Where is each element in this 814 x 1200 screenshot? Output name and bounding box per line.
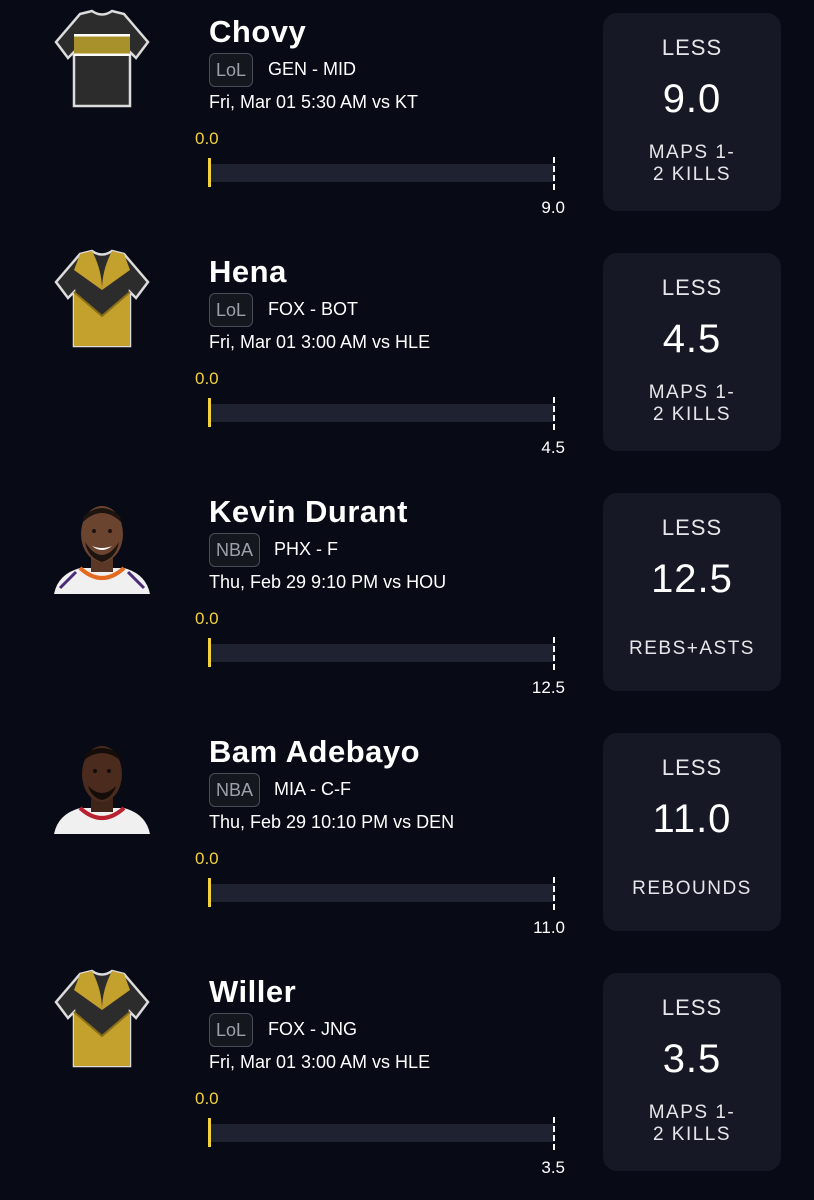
game-time: Fri, Mar 01 5:30 AM vs KT [209, 92, 419, 112]
progress-marker [208, 398, 211, 427]
target-value: 11.0 [533, 918, 565, 937]
league-badge: NBA [209, 773, 261, 807]
progress-track [209, 884, 554, 902]
target-value: 3.5 [541, 1158, 565, 1177]
progress-marker [208, 158, 211, 187]
player-name: Willer [209, 974, 297, 1009]
player-name: Kevin Durant [209, 494, 408, 529]
team-position: FOX - BOT [268, 299, 358, 319]
pick-row-hena[interactable]: Hena LoL FOX - BOT Fri, Mar 01 3:00 AM v… [0, 240, 814, 480]
league-badge: LoL [209, 1013, 254, 1047]
pick-row-bam-adebayo[interactable]: Bam Adebayo NBA MIA - C-F Thu, Feb 29 10… [0, 720, 814, 960]
player-headshot-icon [50, 502, 154, 618]
game-time: Fri, Mar 01 3:00 AM vs HLE [209, 332, 431, 352]
target-line [553, 877, 555, 910]
line-value: 3.5 [662, 1037, 722, 1081]
target-line [553, 157, 555, 190]
stat-label: MAPS 1-2 KILLS [648, 382, 736, 425]
line-value: 4.5 [662, 317, 722, 361]
direction-label: LESS [661, 515, 723, 540]
jersey-icon [50, 960, 154, 1076]
player-headshot-icon [50, 742, 154, 858]
line-value: 12.5 [651, 557, 733, 601]
jersey-icon [50, 0, 154, 116]
target-value: 12.5 [531, 678, 565, 697]
direction-label: LESS [661, 995, 723, 1020]
current-value: 0.0 [195, 849, 219, 868]
pick-row-kevin-durant[interactable]: Kevin Durant NBA PHX - F Thu, Feb 29 9:1… [0, 480, 814, 720]
player-name: Chovy [209, 14, 307, 49]
game-time: Fri, Mar 01 3:00 AM vs HLE [209, 1052, 431, 1072]
progress-marker [208, 1118, 211, 1147]
league-badge: LoL [209, 53, 254, 87]
team-position: GEN - MID [268, 59, 356, 79]
current-value: 0.0 [195, 609, 219, 628]
player-name: Hena [209, 254, 287, 289]
progress-track [209, 644, 554, 662]
line-value: 11.0 [652, 797, 732, 841]
progress-track [209, 1124, 554, 1142]
projection-card[interactable]: LESS 9.0 MAPS 1-2 KILLS [603, 13, 781, 211]
direction-label: LESS [661, 755, 723, 780]
target-line [553, 397, 555, 430]
projection-card[interactable]: LESS 3.5 MAPS 1-2 KILLS [603, 973, 781, 1171]
pick-row-chovy[interactable]: Chovy LoL GEN - MID Fri, Mar 01 5:30 AM … [0, 0, 814, 240]
team-position: PHX - F [274, 539, 339, 559]
stat-label: REBS+ASTS [629, 638, 755, 659]
game-time: Thu, Feb 29 10:10 PM vs DEN [209, 812, 455, 832]
progress-track [209, 164, 554, 182]
league-badge: NBA [209, 533, 261, 567]
pick-row-willer[interactable]: Willer LoL FOX - JNG Fri, Mar 01 3:00 AM… [0, 960, 814, 1200]
progress-marker [208, 878, 211, 907]
direction-label: LESS [661, 35, 723, 60]
progress-track [209, 404, 554, 422]
projection-card[interactable]: LESS 11.0 REBOUNDS [603, 733, 781, 931]
target-value: 9.0 [541, 198, 565, 217]
line-value: 9.0 [662, 77, 722, 121]
stat-label: MAPS 1-2 KILLS [648, 1102, 736, 1145]
current-value: 0.0 [195, 369, 219, 388]
jersey-icon [50, 240, 154, 356]
target-value: 4.5 [541, 438, 565, 457]
team-position: FOX - JNG [268, 1019, 357, 1039]
game-time: Thu, Feb 29 9:10 PM vs HOU [209, 572, 447, 592]
current-value: 0.0 [195, 1089, 219, 1108]
current-value: 0.0 [195, 129, 219, 148]
progress-marker [208, 638, 211, 667]
direction-label: LESS [661, 275, 723, 300]
player-name: Bam Adebayo [209, 734, 421, 769]
projection-card[interactable]: LESS 12.5 REBS+ASTS [603, 493, 781, 691]
projection-card[interactable]: LESS 4.5 MAPS 1-2 KILLS [603, 253, 781, 451]
team-position: MIA - C-F [274, 779, 351, 799]
league-badge: LoL [209, 293, 254, 327]
stat-label: REBOUNDS [632, 878, 752, 899]
target-line [553, 1117, 555, 1150]
target-line [553, 637, 555, 670]
stat-label: MAPS 1-2 KILLS [648, 142, 736, 185]
